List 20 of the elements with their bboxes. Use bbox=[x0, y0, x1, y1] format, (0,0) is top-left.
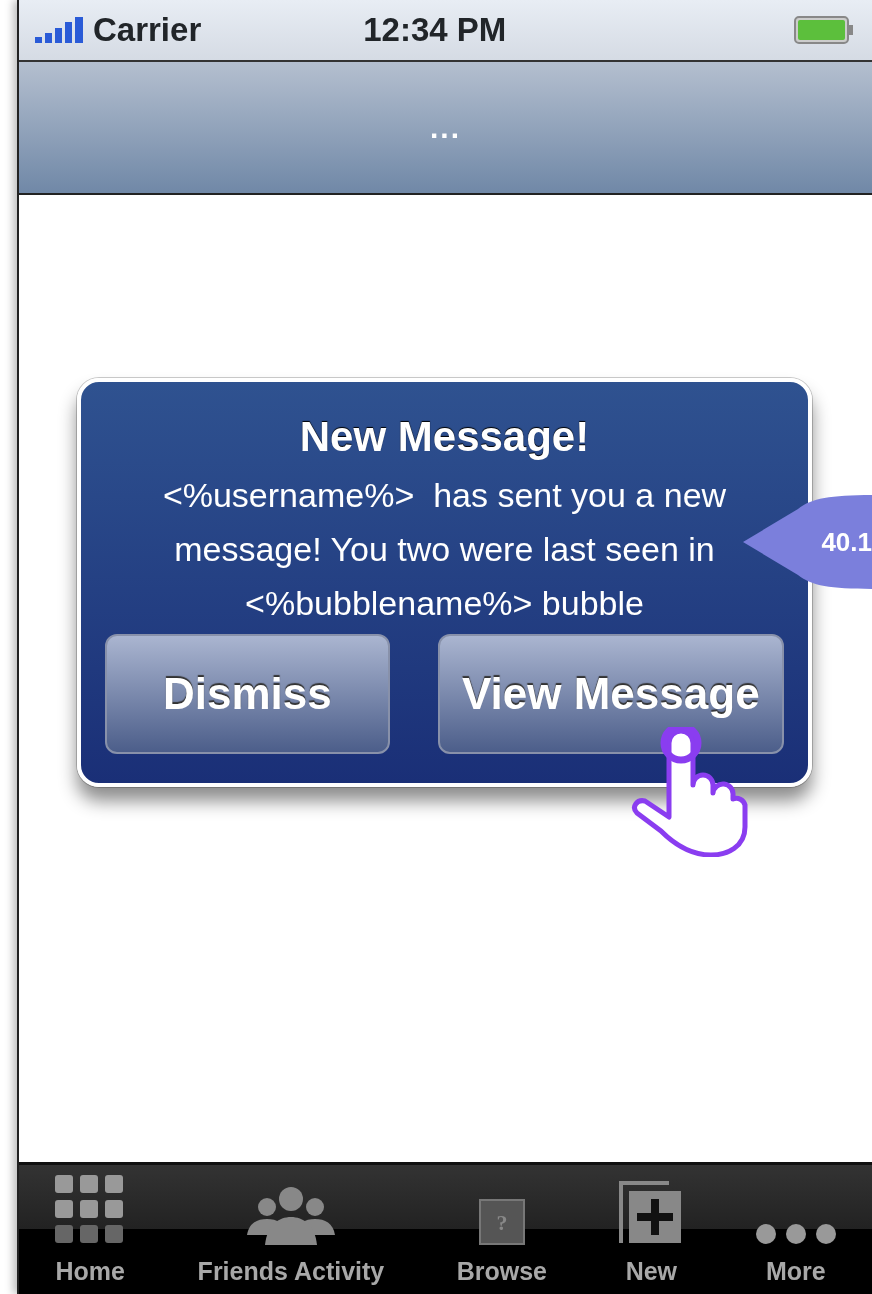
tab-item[interactable]: New bbox=[583, 1165, 720, 1294]
view-message-button[interactable]: View Message bbox=[437, 634, 784, 755]
clock-time: 12:34 PM bbox=[363, 10, 507, 51]
question-mark: ? bbox=[496, 1209, 508, 1235]
battery-icon bbox=[794, 16, 854, 44]
grid-icon bbox=[55, 1174, 126, 1245]
tab-item[interactable]: ? Browse bbox=[420, 1165, 584, 1294]
alert-title: New Message! bbox=[298, 412, 591, 462]
navigation-title: ... bbox=[430, 110, 461, 146]
dots-icon bbox=[755, 1222, 836, 1245]
signal-icon bbox=[35, 17, 85, 43]
carrier-name: Carrier bbox=[93, 10, 202, 51]
people-icon bbox=[244, 1184, 337, 1245]
tab-item[interactable]: Friends Activity bbox=[161, 1165, 421, 1294]
alert-message: <%username%> has sent you a new message! You two were last seen in <%bubblename%> bubble bbox=[161, 475, 728, 625]
callout-bubble: 40.1 bbox=[743, 495, 872, 589]
plus-icon bbox=[619, 1180, 684, 1245]
tab-item[interactable]: Home bbox=[19, 1165, 162, 1294]
tab-item[interactable]: More bbox=[719, 1165, 872, 1294]
dismiss-button[interactable]: Dismiss bbox=[105, 634, 390, 755]
